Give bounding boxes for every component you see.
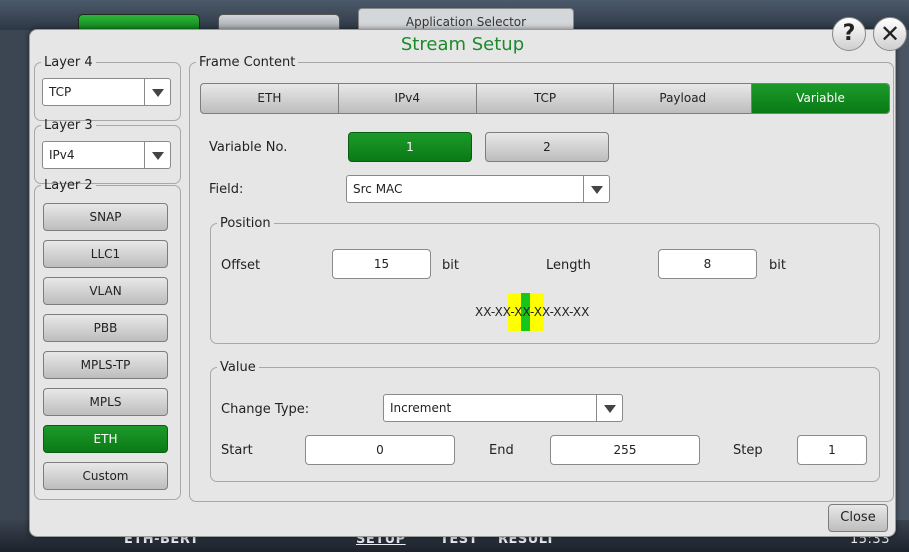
stream-setup-dialog: Stream Setup ? ✕ Layer 4 TCP Layer 3 IPv… [29, 17, 907, 537]
offset-input[interactable]: 15 [332, 249, 431, 279]
layer4-legend: Layer 4 [44, 55, 93, 70]
layer2-mpls-tp-button[interactable]: MPLS-TP [43, 351, 168, 379]
close-button[interactable]: Close [828, 504, 888, 532]
change-type-select[interactable]: Increment [383, 394, 623, 422]
chevron-down-icon [583, 176, 609, 202]
start-label: Start [221, 443, 253, 458]
layer2-eth-button[interactable]: ETH [43, 425, 168, 453]
mac-pattern-text: XX-XX-XX-XX-XX-XX [475, 305, 590, 319]
layer2-mpls-button[interactable]: MPLS [43, 388, 168, 416]
tab-payload[interactable]: Payload [614, 84, 753, 113]
layer2-legend: Layer 2 [44, 178, 93, 193]
start-input[interactable]: 0 [305, 435, 455, 465]
layer3-value: IPv4 [49, 148, 75, 162]
layer2-pbb-button[interactable]: PBB [43, 314, 168, 342]
position-group: Position [210, 216, 880, 344]
field-value: Src MAC [353, 182, 403, 196]
layer2-llc1-button[interactable]: LLC1 [43, 240, 168, 268]
offset-label: Offset [221, 258, 261, 273]
layer3-legend: Layer 3 [44, 118, 93, 133]
variable-no-label: Variable No. [209, 140, 288, 155]
frame-content-legend: Frame Content [199, 55, 296, 70]
chevron-down-icon [596, 395, 622, 421]
position-legend: Position [220, 216, 271, 231]
dialog-title: Stream Setup [400, 34, 525, 55]
end-label: End [489, 443, 514, 458]
layer2-custom-button[interactable]: Custom [43, 462, 168, 490]
value-legend: Value [220, 360, 256, 375]
end-input[interactable]: 255 [550, 435, 700, 465]
field-label: Field: [209, 182, 244, 197]
tab-variable[interactable]: Variable [752, 84, 889, 113]
frame-content-tabs: ETH IPv4 TCP Payload Variable [200, 83, 890, 114]
layer4-select[interactable]: TCP [42, 78, 171, 106]
tab-tcp[interactable]: TCP [477, 84, 615, 113]
offset-unit: bit [442, 258, 459, 273]
step-input[interactable]: 1 [797, 435, 867, 465]
layer3-select[interactable]: IPv4 [42, 141, 171, 169]
length-unit: bit [769, 258, 786, 273]
application-selector-label: Application Selector [405, 15, 527, 29]
length-input[interactable]: 8 [658, 249, 757, 279]
close-icon[interactable]: ✕ [873, 17, 907, 51]
chevron-down-icon [144, 142, 170, 168]
chevron-down-icon [144, 79, 170, 105]
layer4-value: TCP [49, 85, 72, 99]
field-select[interactable]: Src MAC [346, 175, 610, 203]
layer2-snap-button[interactable]: SNAP [43, 203, 168, 231]
tab-eth[interactable]: ETH [201, 84, 339, 113]
length-label: Length [546, 258, 591, 273]
tab-ipv4[interactable]: IPv4 [339, 84, 477, 113]
help-button[interactable]: ? [832, 17, 866, 51]
variable-1-button[interactable]: 1 [348, 132, 472, 162]
layer2-vlan-button[interactable]: VLAN [43, 277, 168, 305]
change-type-value: Increment [390, 401, 452, 415]
bg-right-edge [896, 30, 909, 520]
change-type-label: Change Type: [221, 402, 310, 417]
step-label: Step [733, 443, 763, 458]
variable-2-button[interactable]: 2 [485, 132, 609, 162]
